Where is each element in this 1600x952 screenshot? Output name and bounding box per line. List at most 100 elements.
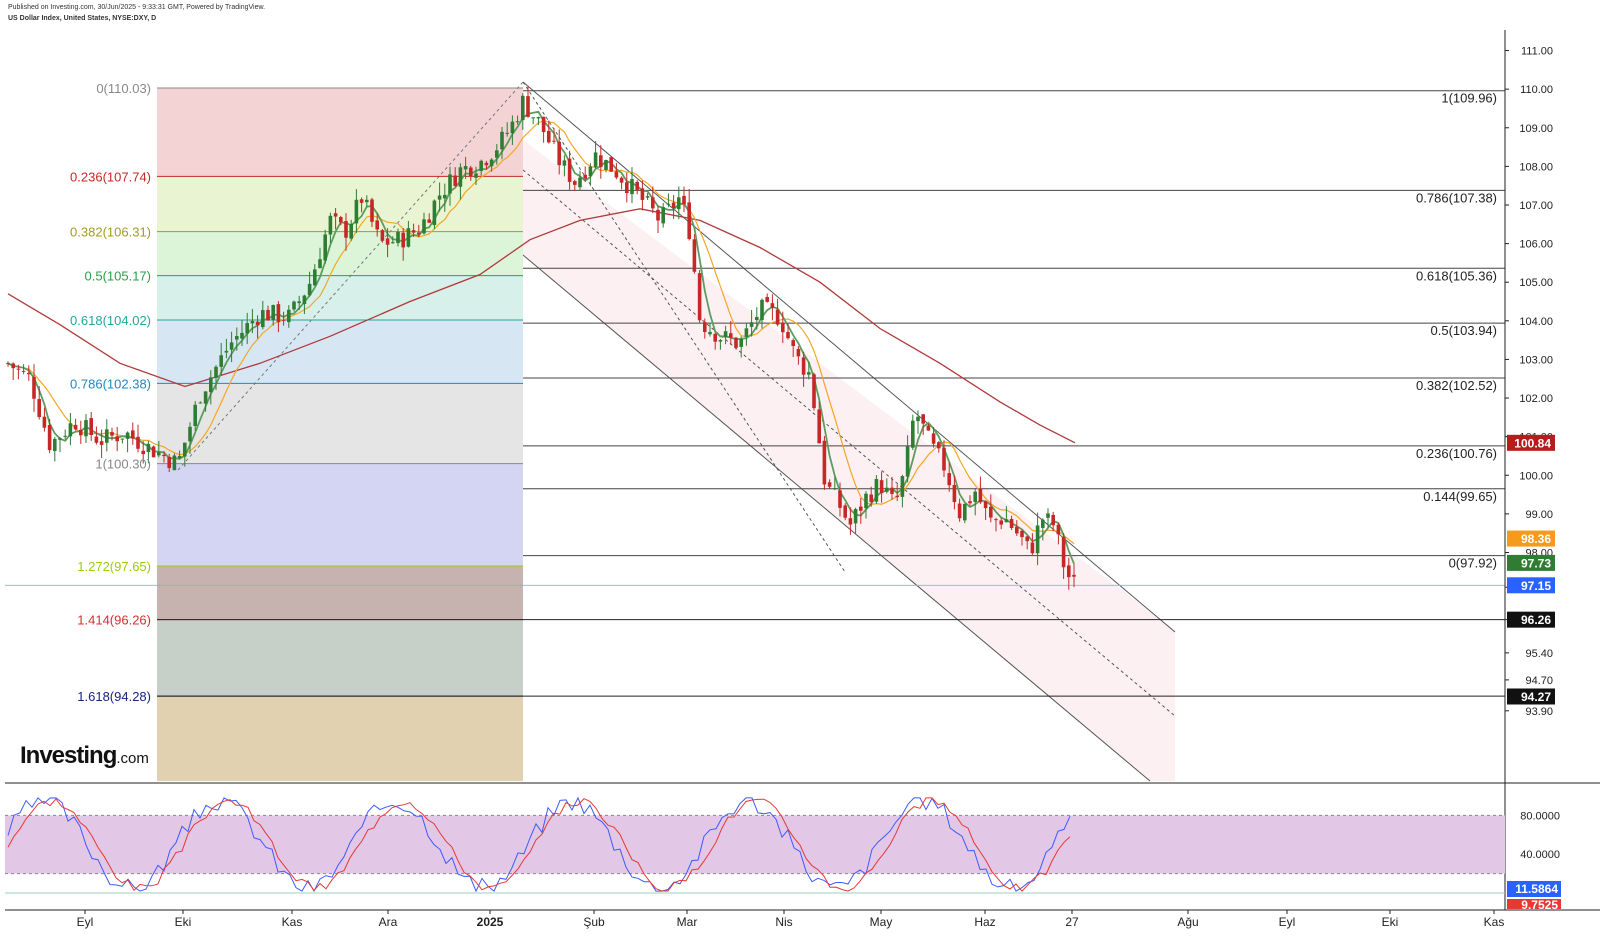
- candle-body: [957, 503, 962, 519]
- osc-badge-text: 9.7525: [1521, 898, 1558, 912]
- candle-body: [562, 160, 567, 166]
- fib-label-right: 0(97.92): [1449, 556, 1497, 571]
- candle-body: [16, 368, 21, 370]
- candle-body: [895, 495, 899, 498]
- candle-body: [219, 355, 223, 367]
- candle-body: [505, 132, 509, 134]
- candle-body: [63, 435, 67, 437]
- candle-body: [396, 231, 400, 244]
- candle-body: [146, 443, 151, 452]
- candle-body: [422, 219, 426, 234]
- fib-label-right: 0.618(105.36): [1416, 268, 1497, 283]
- candle-body: [94, 436, 99, 443]
- candle-body: [838, 490, 842, 508]
- fib-label-left: 0.236(107.74): [70, 169, 151, 184]
- candle-body: [229, 342, 234, 350]
- candle-body: [89, 418, 93, 436]
- candle-body: [84, 420, 88, 437]
- fib-label-left: 1.618(94.28): [77, 689, 151, 704]
- candle-body: [432, 200, 437, 226]
- tick-label: 95.40: [1525, 648, 1553, 660]
- candle-body: [37, 399, 41, 417]
- candle-body: [583, 174, 587, 179]
- candle-body: [552, 140, 556, 142]
- candle-body: [115, 436, 119, 442]
- candle-body: [973, 491, 977, 502]
- logo-suffix: .com: [116, 750, 149, 767]
- candle-body: [916, 416, 920, 422]
- candle-body: [349, 224, 353, 239]
- candle-body: [131, 430, 135, 439]
- candle-body: [713, 333, 717, 342]
- candle-body: [245, 323, 249, 334]
- price-chart[interactable]: 0(110.03) 0.236(107.74) 0.382(106.31) 0.5(1…: [0, 0, 1600, 952]
- candle-body: [661, 207, 665, 224]
- candle-body: [27, 372, 31, 375]
- candle-body: [79, 429, 83, 436]
- candle-body: [531, 117, 535, 119]
- channel-lower: [522, 254, 1151, 782]
- candle-body: [105, 429, 109, 443]
- candle-body: [869, 494, 873, 503]
- candle-body: [375, 220, 379, 230]
- candle-body: [749, 322, 754, 327]
- candle-body: [411, 230, 416, 233]
- candle-body: [760, 299, 764, 320]
- tick-label: 105.00: [1519, 277, 1553, 289]
- candle-body: [344, 221, 348, 238]
- candle-body: [1067, 565, 1071, 578]
- candle-body: [1061, 537, 1066, 568]
- channel-fill: [523, 140, 1175, 781]
- candle-body: [697, 273, 702, 321]
- tick-label: 93.90: [1525, 706, 1553, 718]
- candle-body: [791, 340, 795, 346]
- candle-body: [921, 414, 925, 424]
- candle-body: [484, 162, 489, 166]
- candle-body: [261, 310, 265, 328]
- candle-body: [635, 181, 639, 190]
- price-badge-text: 97.15: [1521, 579, 1551, 593]
- candle-body: [469, 167, 473, 177]
- candle-body: [271, 305, 275, 321]
- fib-zone: [157, 275, 523, 321]
- candle-body: [110, 432, 114, 436]
- candle-body: [931, 433, 936, 444]
- candle-body: [203, 391, 208, 404]
- candle-body: [406, 228, 411, 247]
- candle-body: [557, 141, 561, 166]
- candle-body: [318, 259, 322, 269]
- tick-label: 99.00: [1525, 509, 1553, 521]
- candle-body: [47, 424, 52, 451]
- candle-body: [801, 357, 806, 375]
- time-label: Eyl: [77, 915, 94, 929]
- candle-body: [73, 424, 78, 430]
- time-label: Ağu: [1177, 915, 1198, 929]
- candle-body: [692, 239, 697, 272]
- time-label: May: [870, 915, 893, 929]
- fib-label-left: 1.414(96.26): [77, 613, 151, 628]
- candle-body: [942, 447, 946, 471]
- candle-body: [968, 501, 972, 504]
- candle-body: [385, 238, 390, 245]
- candle-body: [817, 409, 821, 444]
- candle-body: [42, 416, 47, 428]
- candle-body: [874, 478, 879, 502]
- candle-body: [1015, 527, 1019, 534]
- candle-body: [32, 376, 36, 399]
- candle-body: [963, 503, 967, 521]
- time-label: Eki: [175, 915, 192, 929]
- candle-body: [687, 202, 691, 239]
- candle-body: [926, 425, 931, 431]
- candle-body: [609, 157, 613, 172]
- fib-label-left: 0.382(106.31): [70, 225, 151, 240]
- time-axis: Eyl Eki Kas Ara 2025 Şub Mar Nis May Haz 27 Ağu Eyl E…: [77, 910, 1505, 929]
- candle-body: [703, 322, 707, 332]
- candle-body: [983, 501, 988, 509]
- candle-body: [365, 199, 369, 203]
- time-label: Kas: [1484, 915, 1505, 929]
- tick-label: 102.00: [1519, 393, 1553, 405]
- fib-zone: [157, 619, 523, 697]
- candle-body: [526, 96, 530, 117]
- tick-label: 100.00: [1519, 470, 1553, 482]
- candle-body: [141, 450, 145, 455]
